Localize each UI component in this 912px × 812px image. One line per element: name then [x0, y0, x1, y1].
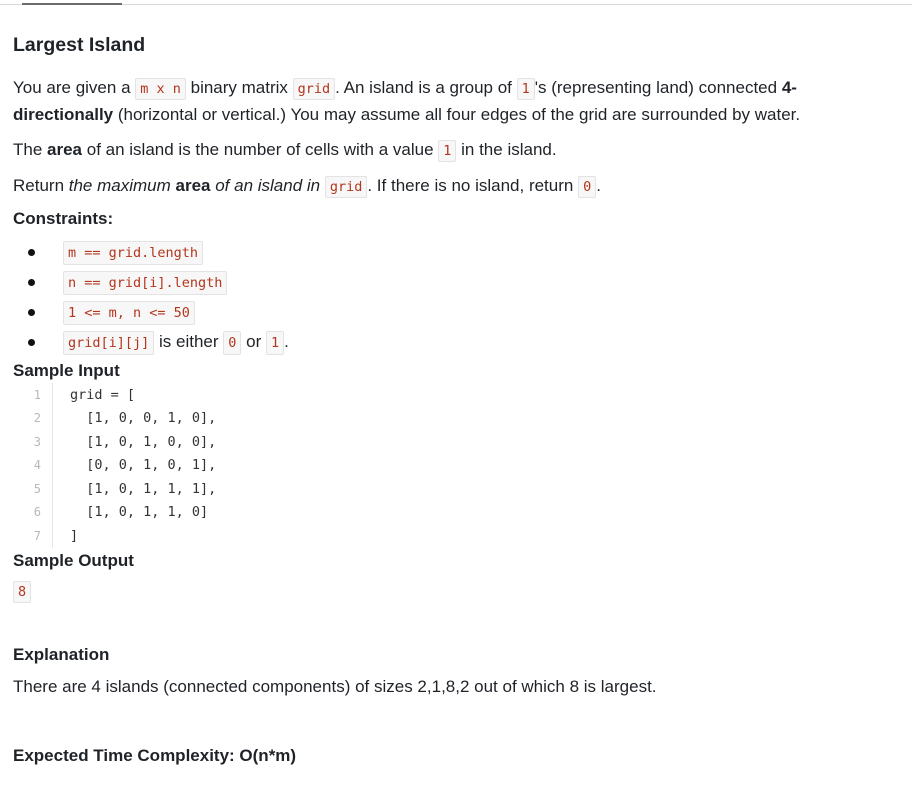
inline-code: 1 — [438, 140, 457, 162]
code-line: 7] — [13, 524, 893, 548]
sample-input-code: 1 grid = [ 2 [1, 0, 0, 1, 0], 3 [1, 0, 1,… — [13, 383, 893, 548]
inline-code: 0 — [578, 176, 597, 198]
time-complexity: Expected Time Complexity: O(n*m) — [13, 745, 297, 765]
constraint-item: n == grid[i].length — [13, 267, 893, 297]
bullet-icon — [28, 249, 35, 256]
problem-content: Largest Island You are given a m x n bin… — [13, 34, 893, 766]
code-line: 4 [0, 0, 1, 0, 1], — [13, 453, 893, 477]
problem-description: You are given a m x n binary matrix grid… — [13, 78, 801, 124]
sample-output-heading: Sample Output — [13, 550, 134, 570]
constraints-heading: Constraints: — [13, 209, 114, 228]
sample-input-heading: Sample Input — [13, 361, 120, 380]
line-number: 2 — [13, 406, 53, 430]
line-text: [1, 0, 1, 1, 1], — [70, 480, 217, 497]
sample-output-value-wrapper: 8 — [13, 580, 32, 603]
explanation-text: There are 4 islands (connected component… — [13, 676, 657, 696]
area-definition: The area of an island is the number of c… — [13, 137, 893, 164]
bullet-icon — [28, 309, 35, 316]
line-number: 1 — [13, 383, 53, 407]
code-line: 3 [1, 0, 1, 0, 0], — [13, 430, 893, 454]
constraint-item: m == grid.length — [13, 237, 893, 267]
line-number: 5 — [13, 477, 53, 501]
inline-code: m x n — [135, 78, 186, 100]
line-text: [1, 0, 1, 1, 0] — [70, 504, 209, 521]
constraint-item: 1 <= m, n <= 50 — [13, 297, 893, 327]
return-statement: Return the maximum area of an island in … — [13, 173, 893, 200]
top-divider — [0, 4, 912, 5]
line-number: 6 — [13, 500, 53, 524]
problem-title: Largest Island — [13, 34, 146, 56]
line-number: 3 — [13, 430, 53, 454]
code-line: 5 [1, 0, 1, 1, 1], — [13, 477, 893, 501]
constraints-list: m == grid.length n == grid[i].length 1 <… — [13, 237, 893, 357]
line-text: [1, 0, 0, 1, 0], — [70, 410, 217, 427]
inline-code: grid — [324, 176, 368, 198]
active-tab-indicator — [22, 3, 122, 5]
bullet-icon — [28, 279, 35, 286]
sample-output-value: 8 — [13, 580, 32, 603]
line-text: [0, 0, 1, 0, 1], — [70, 457, 217, 474]
code-line: 2 [1, 0, 0, 1, 0], — [13, 406, 893, 430]
bullet-icon — [28, 339, 35, 346]
inline-code: grid — [292, 78, 336, 100]
code-line: 6 [1, 0, 1, 1, 0] — [13, 500, 893, 524]
line-text: ] — [70, 527, 79, 544]
code-line: 1 grid = [ — [13, 383, 893, 407]
line-text: grid = [ — [70, 386, 136, 403]
constraint-item: grid[i][j] is either 0 or 1. — [13, 327, 893, 357]
inline-code: 1 — [516, 78, 535, 100]
line-text: [1, 0, 1, 0, 0], — [70, 433, 217, 450]
explanation-heading: Explanation — [13, 644, 110, 664]
line-number: 4 — [13, 453, 53, 477]
line-number: 7 — [13, 524, 53, 548]
